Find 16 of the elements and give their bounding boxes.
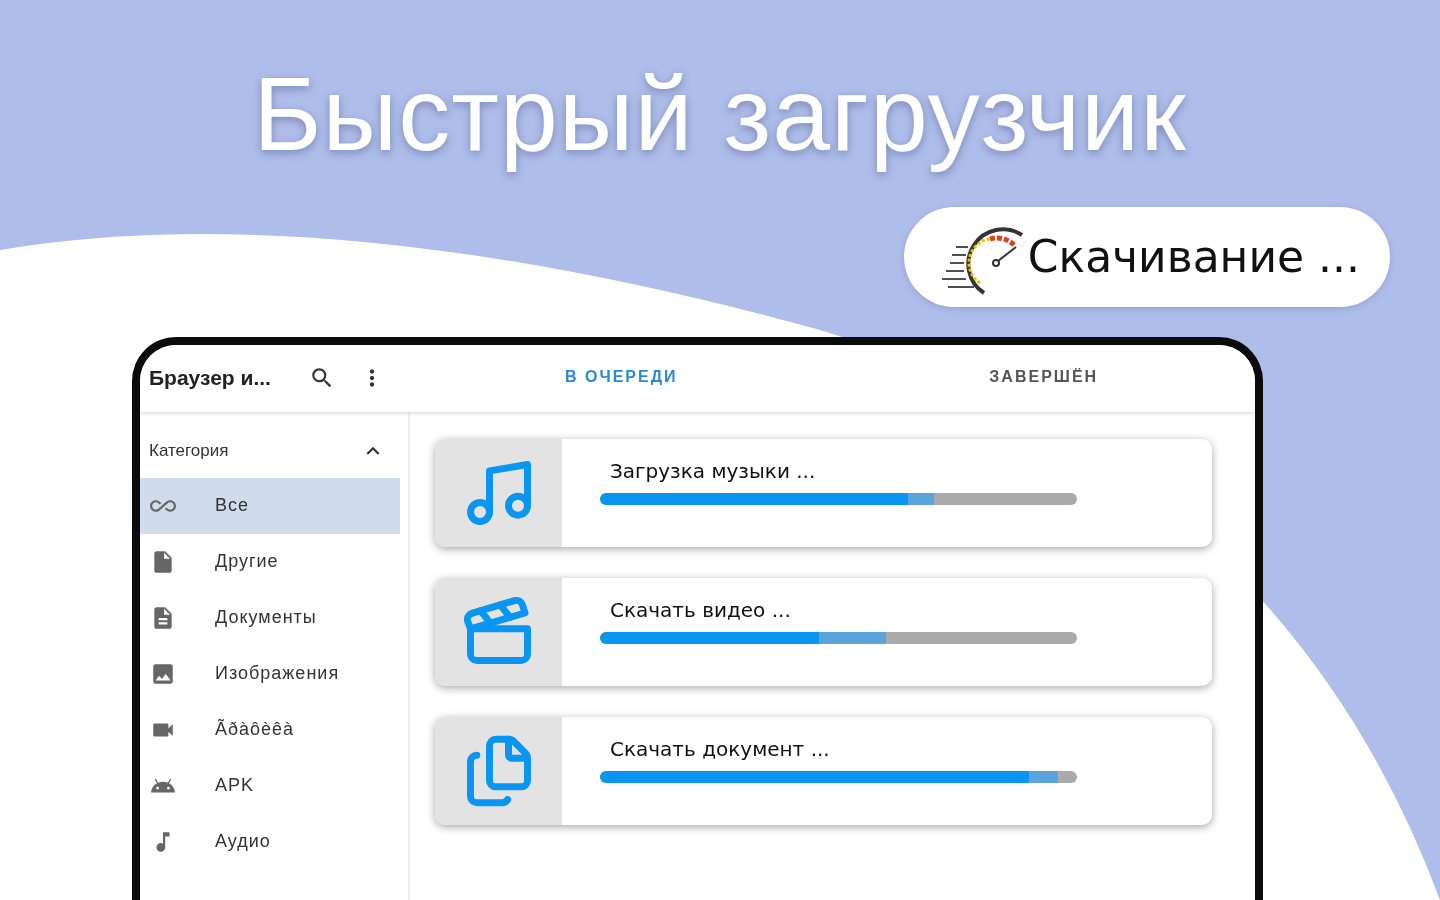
app-title: Браузер и... (149, 366, 272, 391)
category-item[interactable]: Документы (140, 589, 400, 646)
category-item[interactable]: Другие (140, 533, 400, 590)
category-item[interactable]: Ãðàôèêà (140, 701, 400, 758)
headline: Быстрый загрузчик (253, 55, 1187, 174)
tab[interactable]: В ОЧЕРЕДИ (410, 344, 833, 412)
category-header[interactable]: Категория (140, 433, 408, 468)
download-title: Скачать документ ... (609, 736, 831, 761)
status-label: Скачивание ... (1027, 231, 1360, 283)
category-item[interactable]: Аудио (140, 813, 400, 870)
download-title: Загрузка музыки ... (609, 458, 817, 483)
category-item[interactable]: Все (140, 477, 400, 534)
tab[interactable]: ЗАВЕРШЁН (832, 344, 1255, 412)
category-item[interactable]: APK (140, 757, 400, 814)
download-title: Скачать видео ... (609, 597, 792, 622)
category-item[interactable]: Изображения (140, 645, 400, 702)
